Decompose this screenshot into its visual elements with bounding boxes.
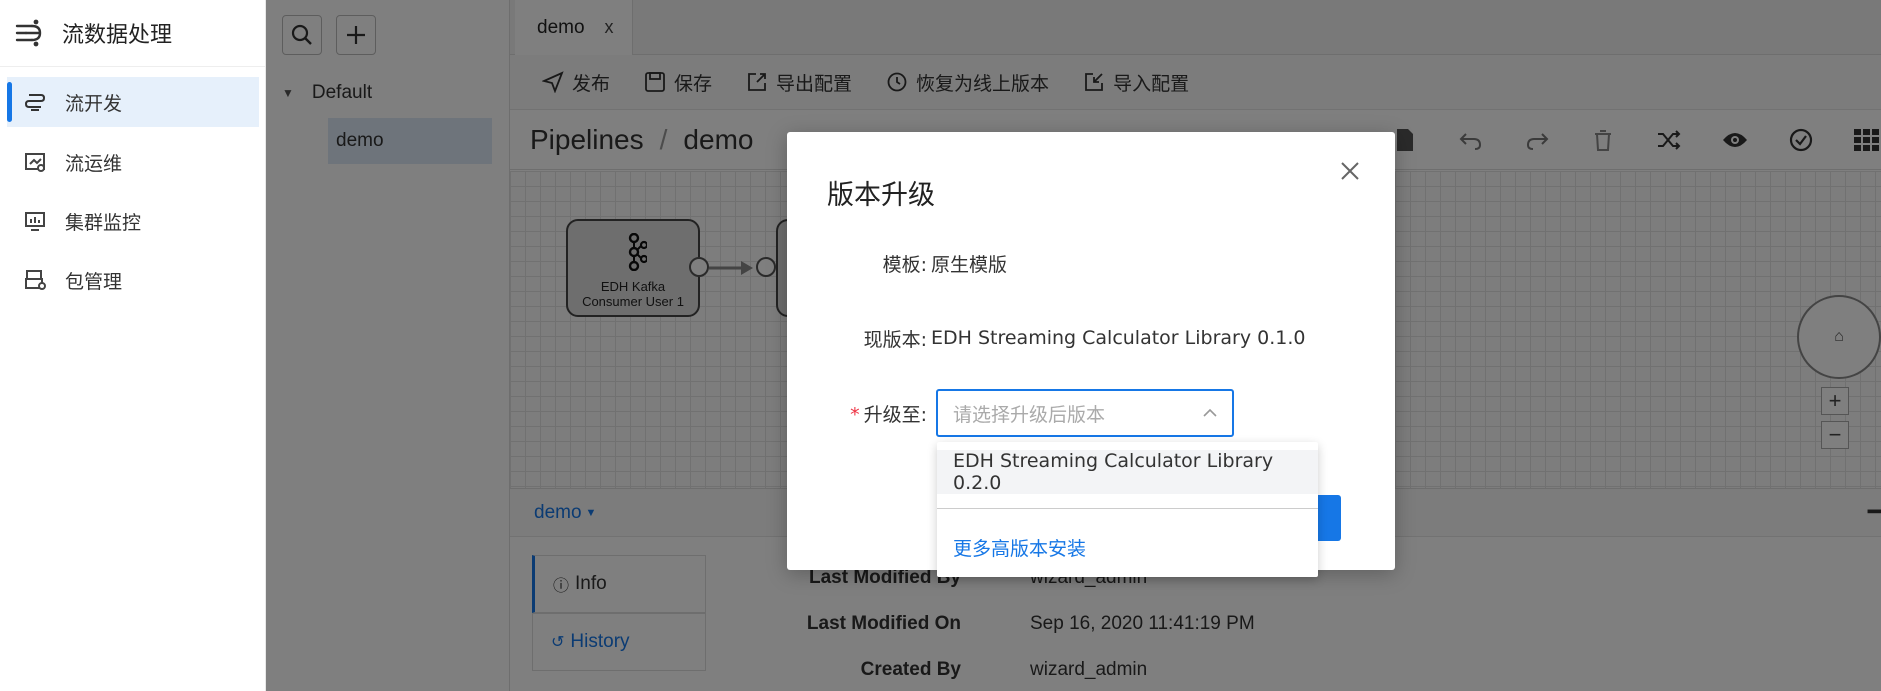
- nav-label: 流运维: [65, 152, 123, 175]
- nav-item-stream-dev[interactable]: 流开发: [7, 77, 259, 127]
- current-version-value: EDH Streaming Calculator Library 0.1.0: [931, 327, 1306, 349]
- required-marker: *: [850, 403, 860, 426]
- template-row: 模板: 原生模版: [787, 238, 1395, 288]
- app-title: 流数据处理: [62, 23, 173, 48]
- upgrade-version-select[interactable]: 请选择升级后版本: [936, 389, 1234, 437]
- current-version-row: 现版本: EDH Streaming Calculator Library 0.…: [787, 313, 1395, 363]
- cluster-monitor-icon: [23, 209, 47, 233]
- dropdown-divider: [937, 508, 1318, 509]
- nav-item-package[interactable]: 包管理: [7, 255, 259, 305]
- nav-label: 集群监控: [65, 211, 142, 234]
- nav-item-stream-ops[interactable]: 流运维: [7, 137, 259, 187]
- version-option-label: EDH Streaming Calculator Library 0.2.0: [953, 450, 1274, 494]
- modal-title: 版本升级: [827, 180, 935, 211]
- package-icon: [23, 268, 47, 292]
- more-versions-link[interactable]: 更多高版本安装: [953, 534, 1086, 561]
- template-value: 原生模版: [931, 253, 1008, 276]
- upgrade-to-label: * 升级至:: [787, 400, 927, 427]
- select-placeholder: 请选择升级后版本: [953, 403, 1106, 426]
- current-version-label: 现版本:: [863, 328, 927, 351]
- stream-dev-icon: [23, 90, 47, 114]
- version-option[interactable]: EDH Streaming Calculator Library 0.2.0: [937, 450, 1318, 494]
- stream-logo-icon: [15, 19, 42, 47]
- upgrade-to-text: 升级至:: [863, 403, 927, 426]
- nav-item-cluster-monitor[interactable]: 集群监控: [7, 196, 259, 246]
- app-sidebar: 流数据处理 流开发 流运维 集群监控 包管理: [0, 0, 266, 691]
- template-label: 模板:: [882, 253, 927, 276]
- app-header: 流数据处理: [0, 0, 265, 67]
- close-icon[interactable]: [1337, 158, 1363, 184]
- chevron-up-icon: [1203, 408, 1217, 417]
- stream-ops-icon: [23, 150, 47, 174]
- nav-label: 包管理: [65, 270, 123, 293]
- version-dropdown: EDH Streaming Calculator Library 0.2.0 更…: [937, 442, 1318, 577]
- nav-label: 流开发: [65, 92, 123, 115]
